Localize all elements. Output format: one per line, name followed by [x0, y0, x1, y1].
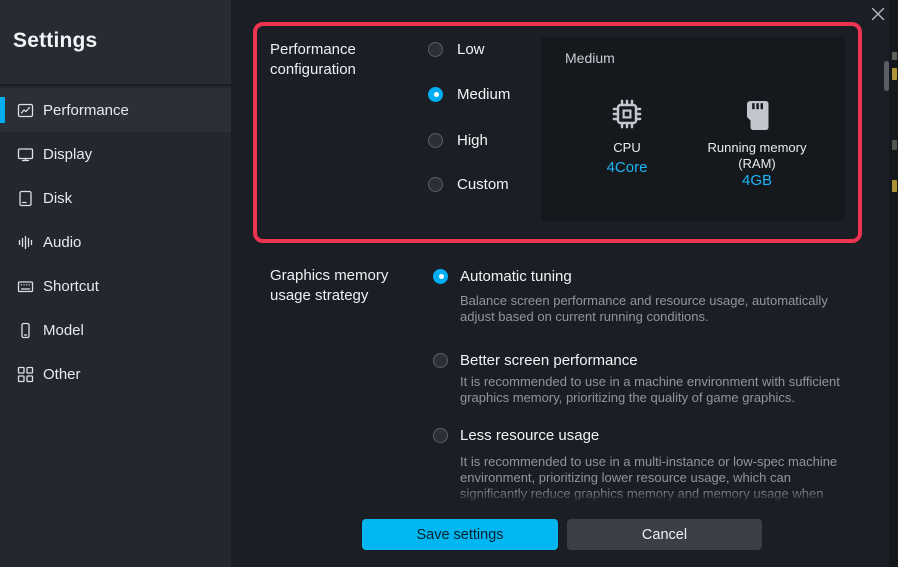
radio-option-medium[interactable]: Medium — [428, 84, 510, 104]
background-window-edge — [889, 0, 898, 567]
performance-preview-panel: Medium CPU 4Core — [541, 37, 845, 221]
radio-option-automatic-tuning[interactable]: Automatic tuning — [433, 266, 572, 286]
audio-icon — [17, 234, 34, 251]
window-title: Settings — [13, 29, 97, 53]
grid-icon — [17, 366, 34, 383]
performance-config-label: Performance configuration — [270, 40, 356, 80]
sidebar-item-performance[interactable]: Performance — [0, 88, 231, 132]
sidebar-item-shortcut[interactable]: Shortcut — [0, 264, 231, 308]
radio-option-less-resource-usage[interactable]: Less resource usage — [433, 425, 599, 445]
ram-spec: Running memory (RAM) 4GB — [687, 94, 827, 189]
preview-title: Medium — [565, 50, 615, 66]
option-description: Balance screen performance and resource … — [460, 293, 864, 325]
sidebar: Settings Performance Display Disk — [0, 0, 231, 567]
save-settings-button[interactable]: Save settings — [362, 519, 558, 550]
performance-chart-icon — [17, 102, 34, 119]
ram-value: 4GB — [687, 172, 827, 189]
close-icon — [871, 7, 885, 21]
cpu-value: 4Core — [577, 159, 677, 176]
radio-option-high[interactable]: High — [428, 130, 488, 150]
sidebar-item-model[interactable]: Model — [0, 308, 231, 352]
sidebar-item-label: Model — [43, 322, 84, 339]
radio-button-selected[interactable] — [433, 269, 448, 284]
content-fade — [238, 489, 880, 503]
cancel-button[interactable]: Cancel — [567, 519, 762, 550]
graphics-strategy-label: Graphics memory usage strategy — [270, 266, 388, 306]
radio-button[interactable] — [428, 133, 443, 148]
memory-card-icon — [687, 94, 827, 132]
clipped-background-content — [892, 68, 897, 80]
active-indicator-bar — [0, 97, 5, 123]
clipped-background-content — [892, 140, 897, 150]
radio-option-custom[interactable]: Custom — [428, 174, 509, 194]
radio-button-selected[interactable] — [428, 87, 443, 102]
sidebar-item-label: Shortcut — [43, 278, 99, 295]
sidebar-item-disk[interactable]: Disk — [0, 176, 231, 220]
radio-option-low[interactable]: Low — [428, 39, 485, 59]
sidebar-menu: Performance Display Disk Audio — [0, 88, 231, 396]
radio-button[interactable] — [433, 428, 448, 443]
radio-button[interactable] — [433, 353, 448, 368]
cpu-spec: CPU 4Core — [577, 94, 677, 176]
sidebar-item-label: Disk — [43, 190, 72, 207]
sidebar-item-display[interactable]: Display — [0, 132, 231, 176]
radio-button[interactable] — [428, 42, 443, 57]
clipped-background-content — [892, 180, 897, 192]
sidebar-item-label: Performance — [43, 102, 129, 119]
sidebar-item-label: Display — [43, 146, 92, 163]
close-button[interactable] — [866, 3, 890, 25]
disk-icon — [17, 190, 34, 207]
clipped-background-content — [892, 52, 897, 60]
phone-icon — [17, 322, 34, 339]
settings-window: Settings Performance Display Disk — [0, 0, 898, 567]
radio-option-better-screen-performance[interactable]: Better screen performance — [433, 350, 638, 370]
cpu-icon — [577, 94, 677, 132]
sidebar-header: Settings — [0, 0, 231, 86]
radio-button[interactable] — [428, 177, 443, 192]
sidebar-item-audio[interactable]: Audio — [0, 220, 231, 264]
sidebar-item-label: Audio — [43, 234, 81, 251]
cpu-label: CPU — [577, 140, 677, 156]
scrollbar-thumb[interactable] — [884, 61, 889, 91]
sidebar-item-label: Other — [43, 366, 81, 383]
content-clip-mask — [238, 502, 880, 567]
sidebar-item-other[interactable]: Other — [0, 352, 231, 396]
keyboard-icon — [17, 278, 34, 295]
ram-label: Running memory (RAM) — [687, 140, 827, 172]
option-description: It is recommended to use in a machine en… — [460, 374, 864, 406]
display-icon — [17, 146, 34, 163]
